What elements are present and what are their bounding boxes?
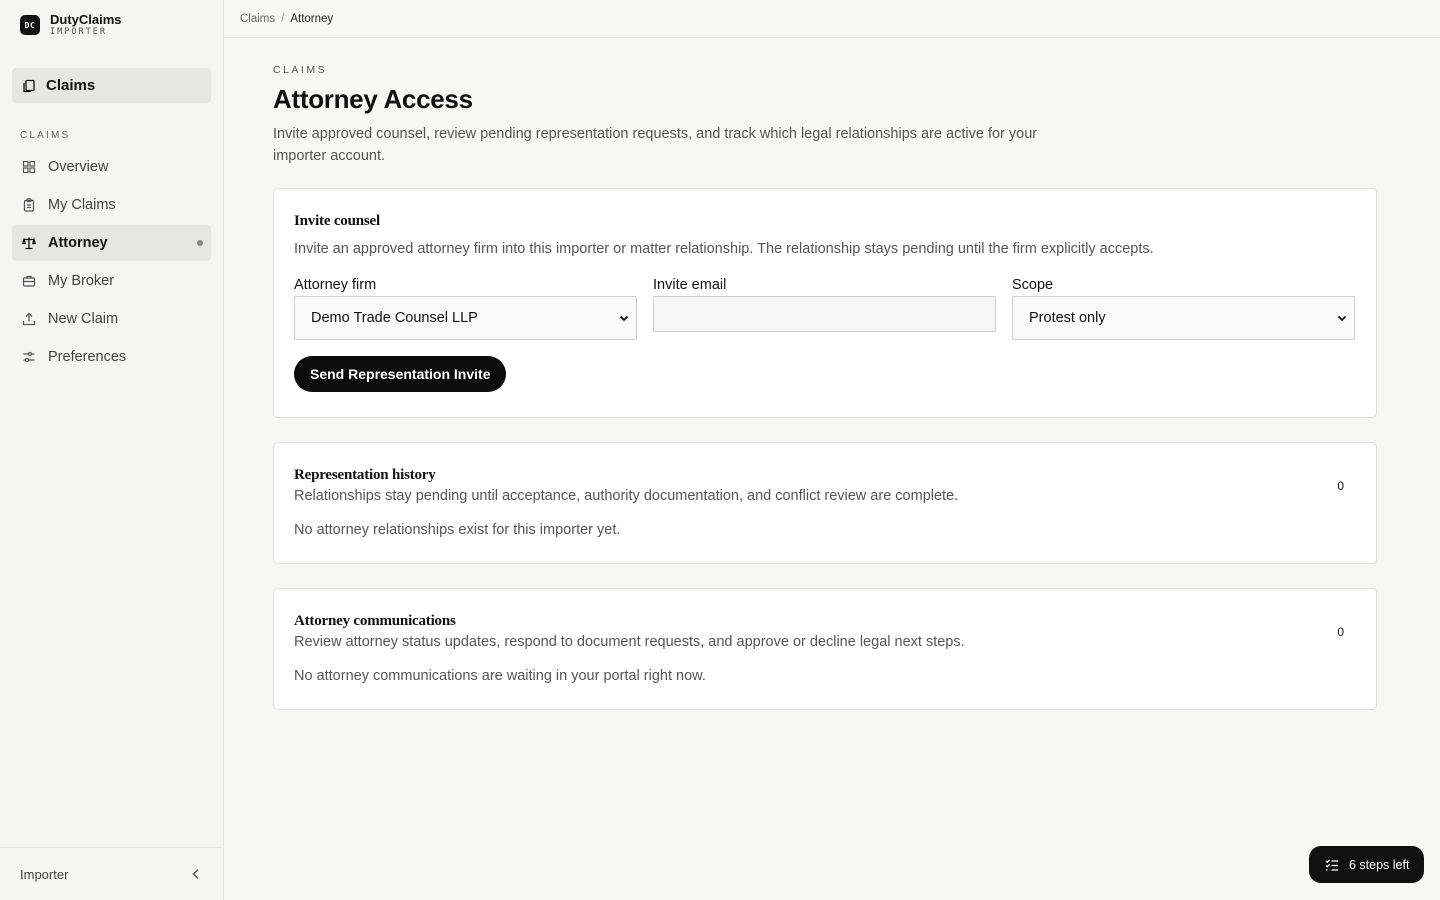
attorney-firm-label: Attorney firm [294, 277, 377, 293]
sliders-icon [22, 350, 36, 364]
communications-count: 0 [1337, 625, 1344, 639]
breadcrumb: Claims / Attorney [224, 0, 1440, 38]
sidebar-item-label: Overview [48, 159, 109, 175]
brand-subtitle: IMPORTER [50, 27, 107, 37]
invite-email-label: Invite email [653, 277, 727, 293]
send-representation-invite-button[interactable]: Send Representation Invite [294, 356, 507, 392]
page-title: Attorney Access [273, 84, 473, 114]
breadcrumb-separator: / [281, 12, 285, 25]
document-copy-icon [22, 79, 36, 93]
page-eyebrow: CLAIMS [273, 64, 328, 76]
history-card-description: Relationships stay pending until accepta… [294, 488, 959, 504]
briefcase-icon [22, 274, 36, 288]
invite-email-field: Invite email [653, 277, 996, 340]
main-content: CLAIMS Attorney Access Invite approved c… [273, 38, 1377, 710]
grid-icon [22, 160, 36, 174]
history-empty-state: No attorney relationships exist for this… [294, 522, 621, 538]
brand-logo: DC [20, 15, 40, 35]
checklist-icon [1325, 858, 1339, 872]
clipboard-icon [22, 198, 36, 212]
steps-left-button[interactable]: 6 steps left [1309, 846, 1424, 883]
sidebar-item-preferences[interactable]: Preferences [12, 339, 211, 375]
attorney-firm-value: Demo Trade Counsel LLP [311, 310, 478, 326]
sidebar-item-my-claims[interactable]: My Claims [12, 187, 211, 223]
invite-counsel-card: Invite counsel Invite an approved attorn… [273, 188, 1377, 418]
sidebar: DC DutyClaims IMPORTER Claims CLAIMS Ove… [0, 0, 224, 900]
sidebar-item-overview[interactable]: Overview [12, 149, 211, 185]
history-card-title: Representation history [294, 467, 436, 483]
chevron-down-icon [1336, 312, 1348, 324]
sidebar-item-label: New Claim [48, 311, 119, 327]
chevron-down-icon [618, 312, 630, 324]
scope-label: Scope [1012, 277, 1054, 293]
active-indicator-dot [197, 240, 203, 246]
role-label: Importer [20, 866, 69, 882]
attorney-firm-select[interactable]: Demo Trade Counsel LLP [294, 296, 637, 340]
sidebar-item-label: Attorney [48, 235, 108, 251]
sidebar-item-new-claim[interactable]: New Claim [12, 301, 211, 337]
nav-claims[interactable]: Claims [12, 68, 211, 103]
scope-select[interactable]: Protest only [1012, 296, 1355, 340]
sidebar-item-attorney[interactable]: Attorney [12, 225, 211, 261]
sidebar-nav: Overview My Claims Attorney My Broker Ne… [12, 149, 211, 377]
communications-card-title: Attorney communications [294, 613, 456, 629]
chevron-left-icon[interactable] [189, 867, 203, 881]
communications-empty-state: No attorney communications are waiting i… [294, 668, 706, 684]
breadcrumb-claims-link[interactable]: Claims [240, 13, 275, 25]
invite-card-description: Invite an approved attorney firm into th… [294, 241, 1154, 257]
brand[interactable]: DC DutyClaims IMPORTER [20, 12, 122, 38]
communications-card-description: Review attorney status updates, respond … [294, 634, 965, 650]
brand-name: DutyClaims [50, 12, 122, 27]
sidebar-footer: Importer [0, 847, 223, 900]
attorney-firm-field: Attorney firm Demo Trade Counsel LLP [294, 277, 637, 340]
scope-field: Scope Protest only [1012, 277, 1355, 340]
representation-history-card: Representation history Relationships sta… [273, 442, 1377, 564]
sidebar-item-my-broker[interactable]: My Broker [12, 263, 211, 299]
sidebar-item-label: My Broker [48, 273, 115, 289]
upload-icon [22, 312, 36, 326]
invite-card-title: Invite counsel [294, 213, 380, 229]
scope-value: Protest only [1029, 310, 1106, 326]
steps-left-label: 6 steps left [1349, 857, 1410, 872]
nav-claims-label: Claims [46, 77, 96, 94]
sidebar-item-label: My Claims [48, 197, 116, 213]
breadcrumb-current: Attorney [290, 12, 334, 25]
attorney-communications-card: Attorney communications Review attorney … [273, 588, 1377, 710]
invite-email-input[interactable] [653, 296, 996, 332]
sidebar-section-label: CLAIMS [20, 130, 71, 141]
page-description: Invite approved counsel, review pending … [273, 126, 1038, 164]
scale-icon [22, 236, 36, 250]
history-count: 0 [1337, 479, 1344, 493]
sidebar-item-label: Preferences [48, 349, 127, 365]
